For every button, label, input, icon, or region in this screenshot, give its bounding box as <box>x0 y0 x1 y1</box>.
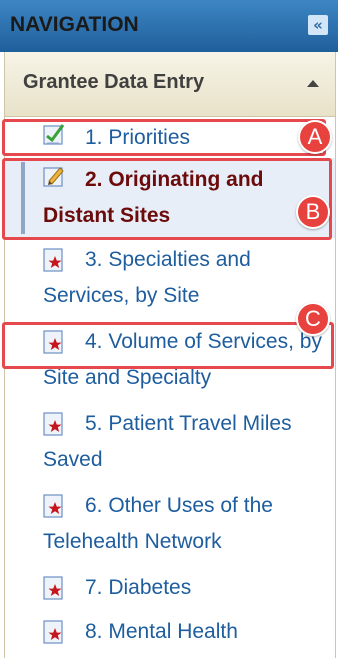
triangle-up-icon[interactable] <box>307 80 319 87</box>
nav-item-specialties-and-services[interactable]: 3. Specialties and Services, by Site <box>5 242 335 318</box>
nav-item-patient-travel-miles-saved[interactable]: 5. Patient Travel Miles Saved <box>5 406 335 482</box>
nav-item-mental-health[interactable]: 8. Mental Health <box>5 614 335 654</box>
nav-item-label: 5. Patient Travel Miles Saved <box>43 412 292 471</box>
nav-item-label: 4. Volume of Services, by Site and Speci… <box>43 330 322 389</box>
selection-indicator <box>21 162 25 234</box>
nav-item-diabetes[interactable]: 7. Diabetes <box>5 570 335 610</box>
nav-item-label: 1. Priorities <box>85 126 191 149</box>
callout-badge-a: A <box>298 120 332 154</box>
nav-item-label: 8. Mental Health <box>85 620 238 643</box>
section-header[interactable]: Grantee Data Entry <box>5 52 335 117</box>
navigation-title: NAVIGATION <box>10 13 139 36</box>
nav-item-label: 7. Diabetes <box>85 576 192 599</box>
callout-badge-c: C <box>296 302 330 336</box>
nav-item-priorities[interactable]: 1. Priorities <box>5 118 335 158</box>
nav-item-label: 3. Specialties and Services, by Site <box>43 248 251 307</box>
double-chevron-left-icon[interactable]: « <box>308 15 328 35</box>
nav-item-other-uses-of-telehealth-network[interactable]: 6. Other Uses of the Telehealth Network <box>5 488 335 564</box>
nav-item-originating-and-distant-sites[interactable]: 2. Originating and Distant Sites <box>5 158 335 238</box>
nav-item-label: 2. Originating and Distant Sites <box>43 168 264 227</box>
nav-item-label: 6. Other Uses of the Telehealth Network <box>43 494 273 553</box>
navigation-header: NAVIGATION « <box>0 0 338 52</box>
callout-badge-b: B <box>296 195 330 229</box>
section-title: Grantee Data Entry <box>23 71 205 93</box>
nav-item-volume-of-services[interactable]: 4. Volume of Services, by Site and Speci… <box>5 324 335 400</box>
navigation-panel: Grantee Data Entry 1. Priorities 2. Orig… <box>4 52 336 658</box>
